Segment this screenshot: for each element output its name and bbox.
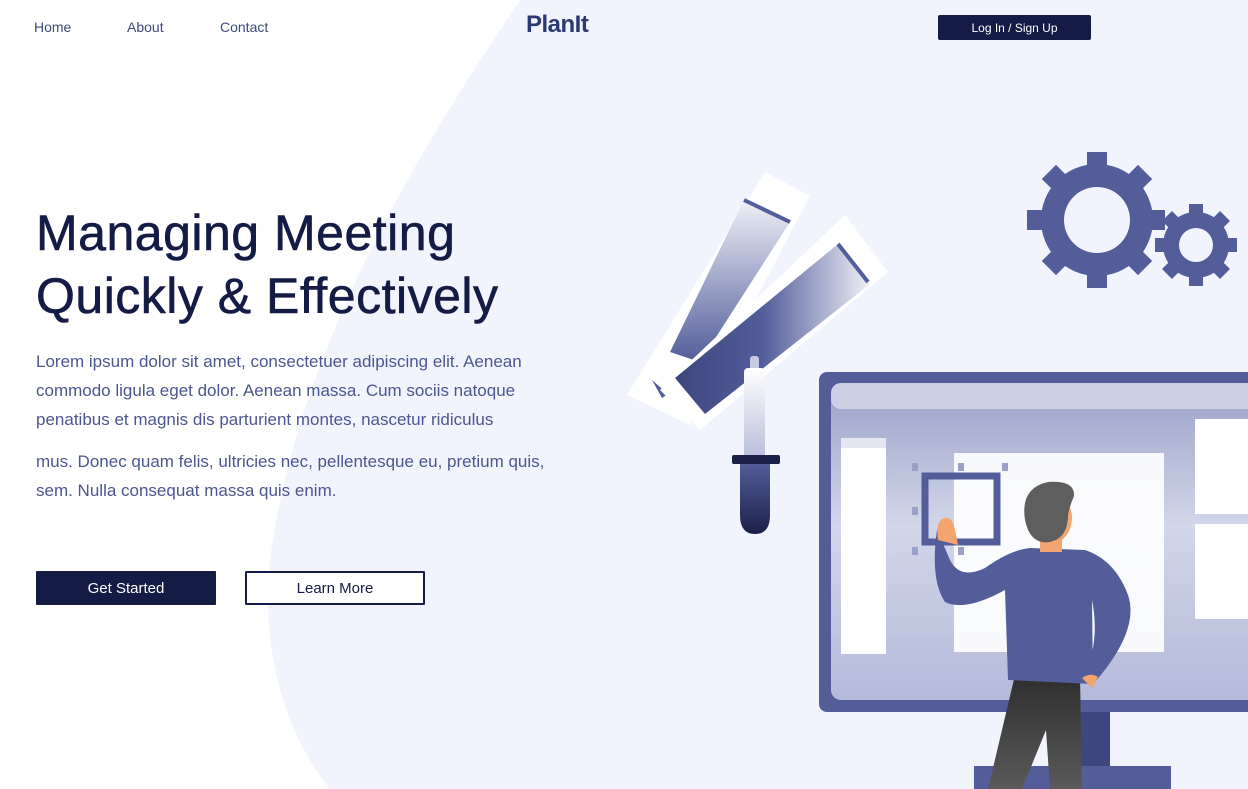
hero-description-continued: mus. Donec quam felis, ultricies nec, pe… [36,452,545,500]
learn-more-button[interactable]: Learn More [245,571,425,605]
gear-icon [1027,152,1237,288]
hero-description: Lorem ipsum dolor sit amet, consectetuer… [36,352,522,429]
hero-title-line-1: Managing Meeting [36,205,456,262]
nav-about-link[interactable]: About [127,19,164,35]
hero-title: Managing Meeting Quickly & Effectively [36,202,499,328]
nav-home-link[interactable]: Home [34,19,71,35]
login-signup-button[interactable]: Log In / Sign Up [938,15,1091,40]
brand-logo[interactable]: PlanIt [526,11,589,39]
hero-title-line-2: Quickly & Effectively [36,268,499,325]
nav-contact-link[interactable]: Contact [220,19,268,35]
get-started-button[interactable]: Get Started [36,571,216,605]
